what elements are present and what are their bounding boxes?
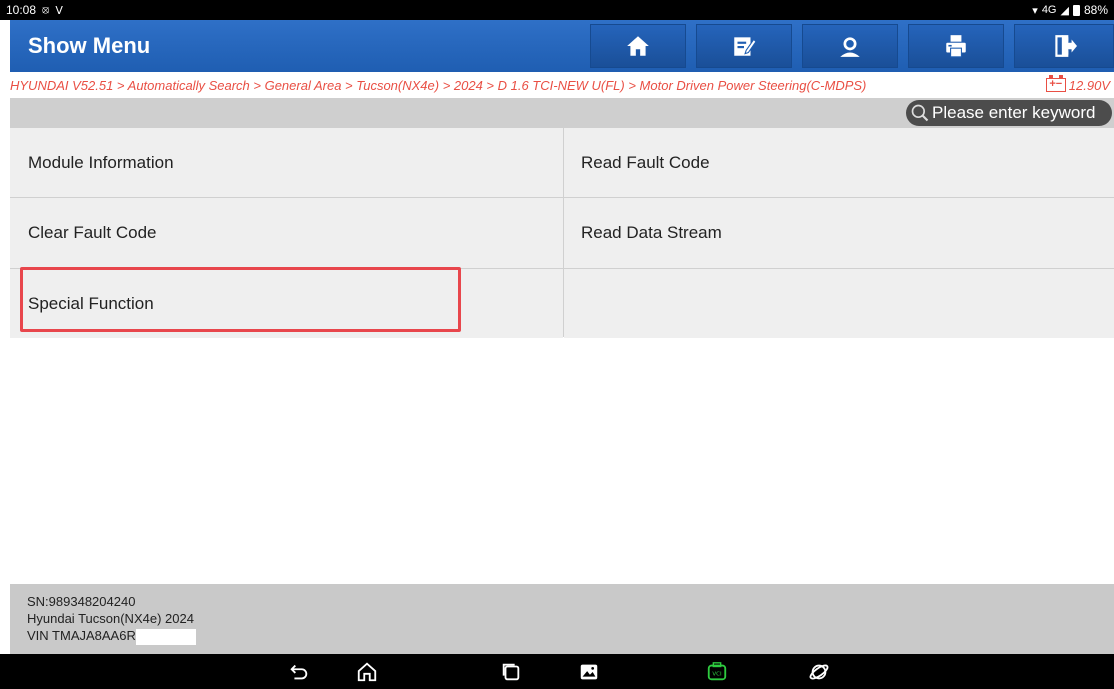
breadcrumb: HYUNDAI V52.51 > Automatically Search > … (10, 72, 1114, 98)
user-button[interactable] (802, 24, 898, 68)
recents-button[interactable] (500, 661, 522, 683)
vci-icon: VCI (707, 662, 727, 681)
vin-redaction (136, 628, 197, 645)
app-header: Show Menu (10, 20, 1114, 72)
content-area (10, 338, 1114, 584)
home-nav-icon (357, 662, 377, 682)
gallery-icon (580, 664, 598, 680)
edit-report-button[interactable] (696, 24, 792, 68)
home-button[interactable] (590, 24, 686, 68)
svg-text:VCI: VCI (712, 672, 722, 678)
search-bar: Please enter keyword (10, 98, 1114, 128)
usb-icon: ⴸ (55, 4, 63, 17)
function-menu: Module Information Read Fault Code Clear… (10, 128, 1114, 339)
home-icon (627, 36, 649, 56)
page-title: Show Menu (28, 33, 151, 58)
network-type: 4G (1041, 4, 1057, 16)
search-input[interactable]: Please enter keyword (906, 100, 1112, 126)
menu-item-clear-fault-code[interactable]: Clear Fault Code (10, 198, 563, 268)
vin-text: VIN TMAJA8AA6R( (27, 628, 141, 643)
menu-item-empty (564, 269, 1114, 339)
battery-voltage: +− 12.90V (1045, 75, 1114, 93)
print-button[interactable] (908, 24, 1004, 68)
vin-line: VIN TMAJA8AA6R( (27, 627, 1114, 645)
edit-report-icon (734, 37, 757, 56)
vehicle-info-footer: SN:989348204240 Hyundai Tucson(NX4e) 202… (10, 584, 1114, 654)
status-bar: 10:08 ⦻ ⴸ ▾ 4G ◢ 88% (0, 0, 1114, 20)
signal-icon: ◢ (1060, 4, 1069, 17)
serial-number: SN:989348204240 (27, 594, 136, 609)
user-icon (840, 37, 860, 57)
planet-browser-icon (809, 664, 829, 680)
car-battery-icon: +− (1045, 75, 1066, 92)
screenshot-button[interactable] (578, 661, 600, 683)
back-icon (290, 664, 308, 680)
vehicle-name: Hyundai Tucson(NX4e) 2024 (27, 611, 194, 626)
back-button[interactable] (288, 661, 310, 683)
search-icon (911, 104, 929, 122)
menu-item-module-information[interactable]: Module Information (10, 128, 563, 197)
menu-item-read-fault-code[interactable]: Read Fault Code (564, 128, 1114, 197)
menu-item-read-data-stream[interactable]: Read Data Stream (564, 198, 1114, 268)
browser-button[interactable] (808, 661, 830, 683)
home-nav-button[interactable] (356, 661, 378, 683)
system-nav-bar: VCI (0, 654, 1114, 689)
recents-icon (502, 663, 520, 681)
exit-icon (1055, 35, 1077, 57)
wifi-icon: ▾ (1032, 4, 1038, 17)
menu-item-special-function[interactable]: Special Function (10, 269, 563, 339)
battery-icon (1072, 4, 1080, 16)
vci-button[interactable]: VCI (706, 661, 728, 683)
status-time: 10:08 (6, 3, 37, 17)
print-icon (946, 35, 966, 58)
battery-percent: 88% (1083, 3, 1108, 17)
exit-button[interactable] (1014, 24, 1114, 68)
voltage-value: 12.90V (1068, 77, 1110, 93)
bluetooth-icon: ⦻ (42, 3, 50, 16)
search-placeholder: Please enter keyword (932, 103, 1096, 122)
breadcrumb-path: HYUNDAI V52.51 > Automatically Search > … (10, 77, 867, 93)
